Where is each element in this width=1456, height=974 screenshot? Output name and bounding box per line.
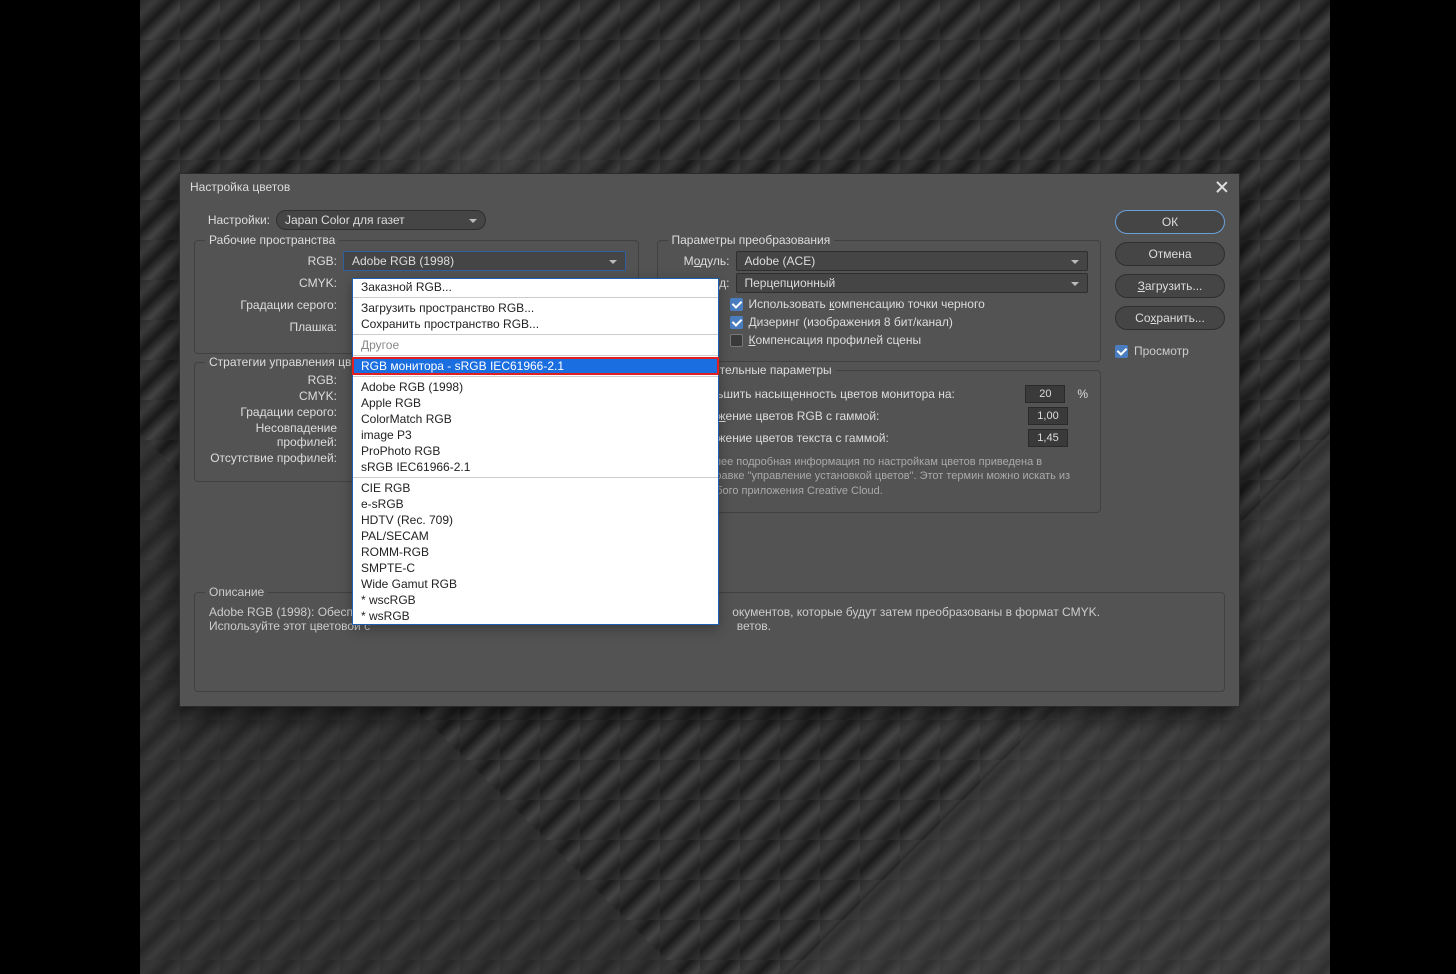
dropdown-item[interactable]: * wscRGB — [353, 592, 718, 608]
settings-select[interactable]: Japan Color для газет — [276, 210, 486, 230]
policies-legend: Стратегии управления цв — [205, 355, 355, 369]
ws-rgb-select[interactable]: Adobe RGB (1998) — [343, 251, 626, 271]
dropdown-item[interactable]: CIE RGB — [353, 480, 718, 496]
button-column: ОК Отмена Загрузить... Сохранить... Прос… — [1115, 210, 1225, 513]
scene-comp-label: Компенсация профилей сцены — [749, 333, 922, 347]
ws-spot-label: Плашка: — [207, 320, 337, 334]
save-button[interactable]: Сохранить... — [1115, 306, 1225, 330]
dropdown-item[interactable]: * wsRGB — [353, 608, 718, 624]
intent-select[interactable]: Перцепционный — [736, 273, 1089, 293]
ws-gray-label: Градации серого: — [207, 298, 337, 312]
dropdown-item[interactable]: Сохранить пространство RGB... — [353, 316, 718, 332]
dropdown-separator — [353, 334, 718, 335]
dropdown-item[interactable]: e-sRGB — [353, 496, 718, 512]
load-button[interactable]: Загрузить... — [1115, 274, 1225, 298]
dropdown-group-label: Другое — [353, 337, 718, 353]
ws-rgb-label: RGB: — [207, 254, 337, 268]
dropdown-item[interactable]: Загрузить пространство RGB... — [353, 300, 718, 316]
preview-checkbox[interactable] — [1115, 345, 1128, 358]
dither-checkbox[interactable] — [730, 316, 743, 329]
dropdown-separator — [353, 376, 718, 377]
ok-button[interactable]: ОК — [1115, 210, 1225, 234]
dropdown-separator — [353, 355, 718, 356]
settings-label: Настройки: — [194, 213, 270, 227]
close-icon[interactable] — [1215, 180, 1229, 194]
desat-unit: % — [1077, 387, 1088, 401]
dropdown-item[interactable]: ColorMatch RGB — [353, 411, 718, 427]
settings-value: Japan Color для газет — [285, 213, 405, 227]
bpc-checkbox[interactable] — [730, 298, 743, 311]
scene-comp-checkbox[interactable] — [730, 334, 743, 347]
pol-missing-label: Отсутствие профилей: — [207, 451, 337, 465]
dropdown-item[interactable]: Apple RGB — [353, 395, 718, 411]
ws-rgb-value: Adobe RGB (1998) — [352, 254, 454, 268]
blend-rgb-value[interactable]: 1,00 — [1028, 407, 1068, 425]
dropdown-separator — [353, 477, 718, 478]
dialog-title: Настройка цветов — [190, 180, 290, 194]
dropdown-item[interactable]: PAL/SECAM — [353, 528, 718, 544]
advanced-help: Более подробная информация по настройкам… — [702, 455, 1089, 498]
advanced-fieldset: Дополнительные параметры Уменьшить насыщ… — [657, 370, 1102, 513]
dropdown-item-selected[interactable]: RGB монитора - sRGB IEC61966-2.1 — [353, 358, 718, 374]
dropdown-item[interactable]: Wide Gamut RGB — [353, 576, 718, 592]
dialog-titlebar: Настройка цветов — [180, 174, 1239, 200]
pol-rgb-label: RGB: — [207, 373, 337, 387]
dropdown-item[interactable]: Adobe RGB (1998) — [353, 379, 718, 395]
dropdown-separator — [353, 297, 718, 298]
pol-gray-label: Градации серого: — [207, 405, 337, 419]
engine-label: Модуль: — [670, 254, 730, 268]
dropdown-item[interactable]: ROMM-RGB — [353, 544, 718, 560]
blend-text-value[interactable]: 1,45 — [1028, 429, 1068, 447]
conversion-fieldset: Параметры преобразования Модуль: Adobe (… — [657, 240, 1102, 362]
dropdown-item[interactable]: HDTV (Rec. 709) — [353, 512, 718, 528]
dropdown-item[interactable]: Заказной RGB... — [353, 279, 718, 295]
engine-select[interactable]: Adobe (ACE) — [736, 251, 1089, 271]
description-legend: Описание — [205, 585, 268, 599]
conversion-legend: Параметры преобразования — [668, 233, 835, 247]
dither-label: Дизеринг (изображения 8 бит/канал) — [749, 315, 953, 329]
ws-cmyk-label: CMYK: — [207, 276, 337, 290]
dropdown-item[interactable]: SMPTE-C — [353, 560, 718, 576]
pol-mismatch-label: Несовпадение профилей: — [207, 421, 337, 449]
bpc-label: Использовать компенсацию точки черного — [749, 297, 985, 311]
desat-value[interactable]: 20 — [1025, 385, 1065, 403]
dropdown-item[interactable]: sRGB IEC61966-2.1 — [353, 459, 718, 475]
rgb-profile-dropdown[interactable]: Заказной RGB... Загрузить пространство R… — [352, 278, 719, 625]
dropdown-item[interactable]: image P3 — [353, 427, 718, 443]
dropdown-item[interactable]: ProPhoto RGB — [353, 443, 718, 459]
cancel-button[interactable]: Отмена — [1115, 242, 1225, 266]
preview-label: Просмотр — [1134, 344, 1189, 358]
desat-label: Уменьшить насыщенность цветов монитора н… — [689, 387, 955, 401]
pol-cmyk-label: CMYK: — [207, 389, 337, 403]
working-spaces-legend: Рабочие пространства — [205, 233, 339, 247]
